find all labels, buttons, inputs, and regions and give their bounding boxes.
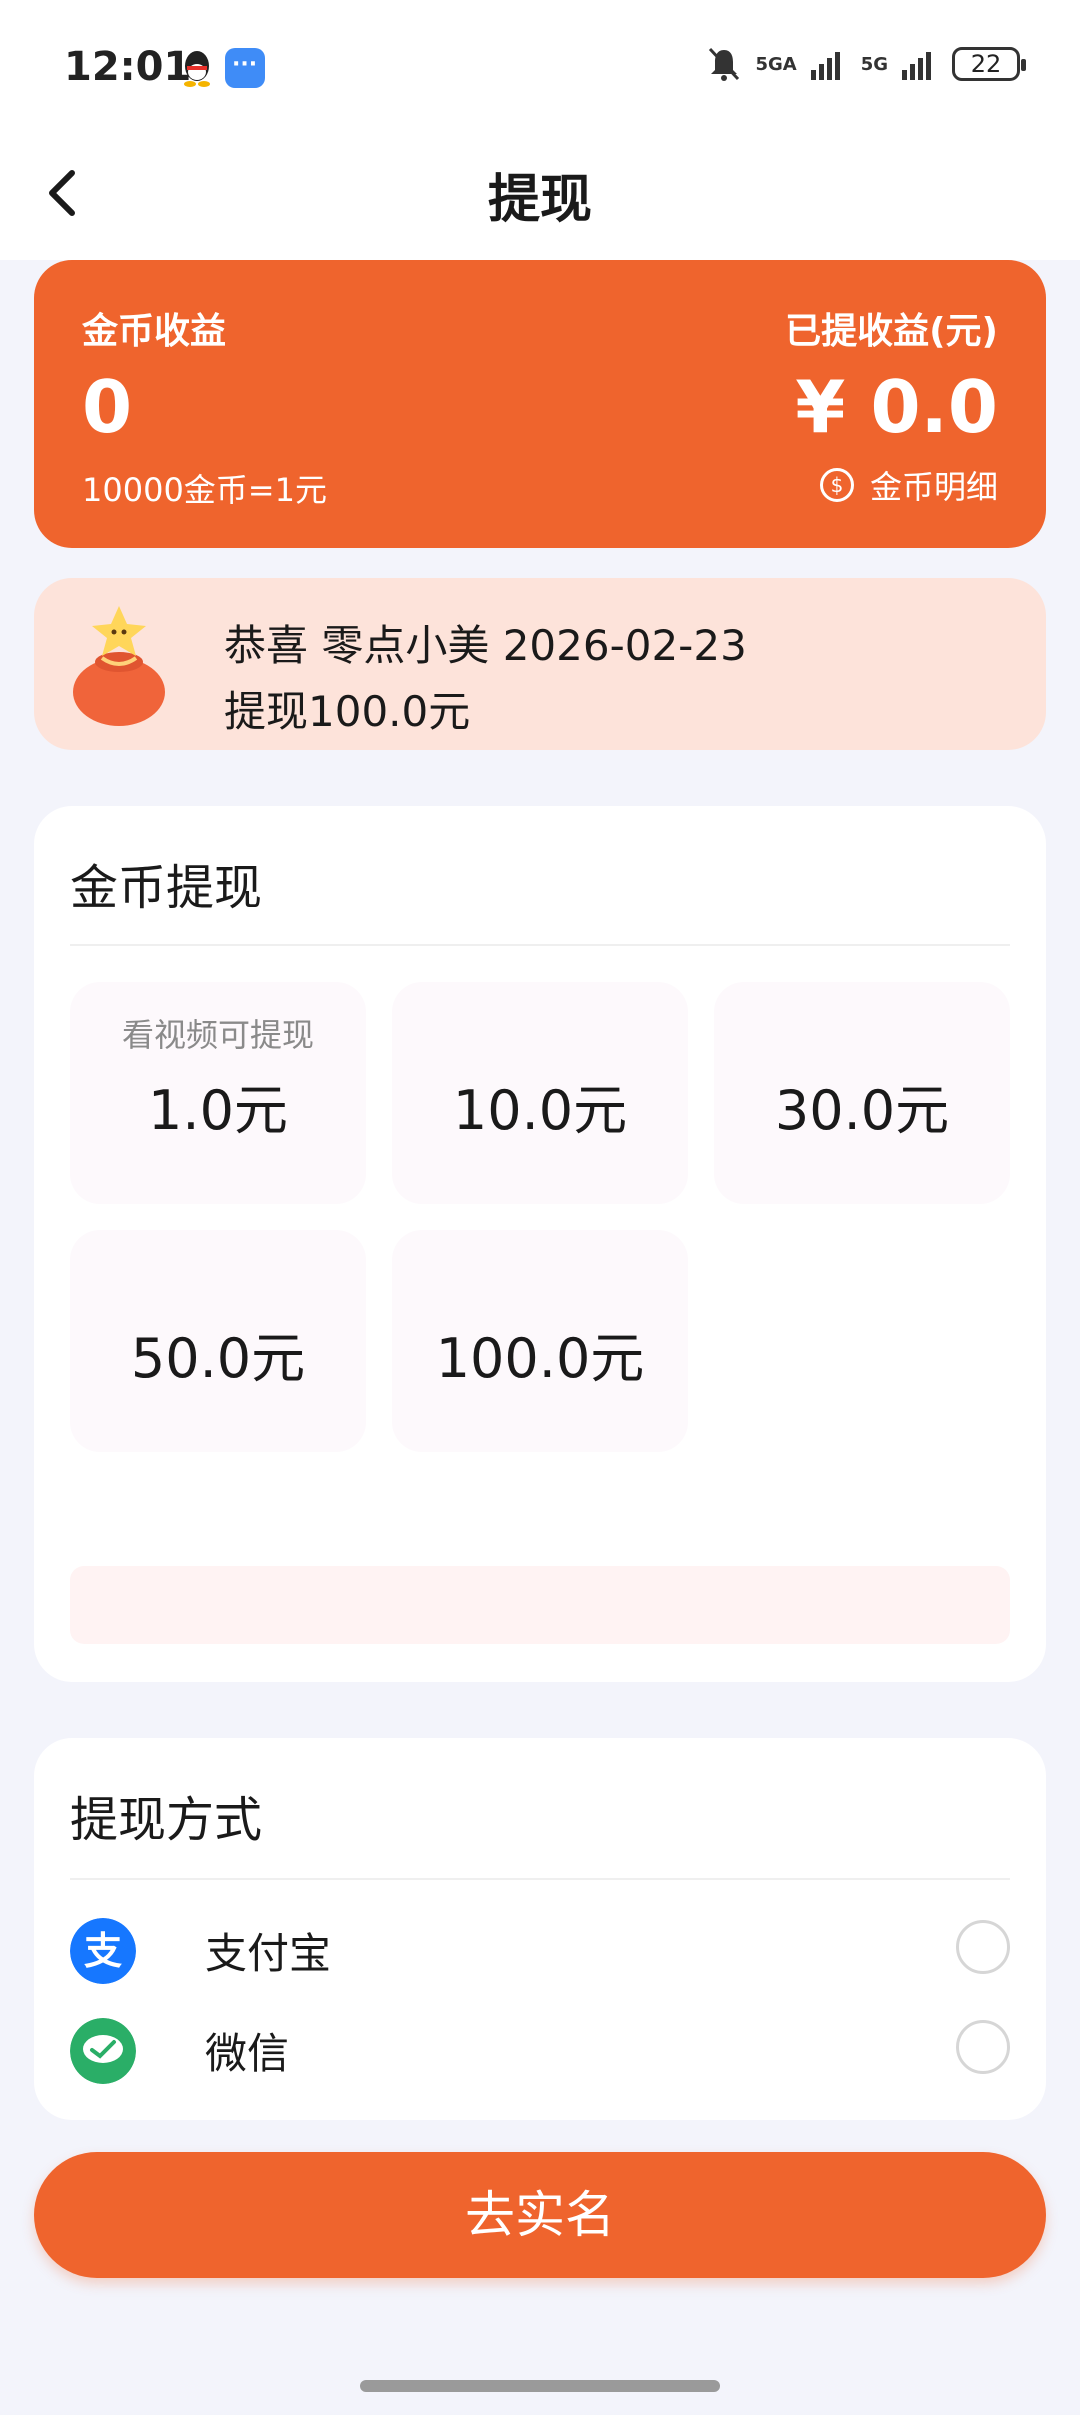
money-bag-icon <box>73 606 165 726</box>
withdraw-notice: 恭喜 零点小美 2026-02-23 提现100.0元 <box>34 578 1046 750</box>
wechat-radio[interactable] <box>956 2020 1010 2074</box>
coin-icon: $ <box>819 468 854 502</box>
alipay-icon: 支 <box>70 1918 136 1984</box>
signal-label-5g: 5G <box>860 53 888 75</box>
withdrawn-earnings-label: 已提收益(元) <box>785 311 998 352</box>
notice-winner-line: 恭喜 零点小美 2026-02-23 <box>224 621 747 670</box>
top-bar: 12:01 5GA 5G 22 <box>0 0 1080 260</box>
divider <box>70 944 1010 946</box>
exchange-rate: 10000金币=1元 <box>82 471 327 509</box>
coin-detail-link[interactable]: $ 金币明细 <box>819 462 998 508</box>
status-indicators: 5GA 5G 22 <box>707 46 1026 82</box>
withdraw-section-title: 金币提现 <box>70 860 263 916</box>
home-indicator[interactable] <box>360 2380 720 2392</box>
withdraw-option-30[interactable]: 30.0元 <box>714 982 1010 1204</box>
method-label: 微信 <box>205 2029 290 2078</box>
option-amount: 30.0元 <box>774 1079 950 1142</box>
coin-detail-label: 金币明细 <box>869 468 998 506</box>
message-icon <box>225 48 265 88</box>
option-amount: 1.0元 <box>148 1079 288 1142</box>
signal-label-5ga: 5GA <box>755 53 797 75</box>
option-tag: 看视频可提现 <box>121 1016 314 1054</box>
method-label: 支付宝 <box>205 1929 332 1978</box>
qq-icon <box>184 51 210 87</box>
status-time: 12:01 <box>64 44 192 90</box>
option-amount: 50.0元 <box>130 1327 306 1390</box>
wechat-icon <box>70 2018 136 2084</box>
svg-text:支: 支 <box>84 1929 122 1973</box>
earnings-card: 金币收益 0 10000金币=1元 已提收益(元) ¥ 0.0 $ 金币明细 <box>34 260 1046 548</box>
verify-identity-button[interactable]: 去实名 <box>34 2152 1046 2278</box>
coin-earnings-value: 0 <box>82 365 133 449</box>
status-bar: 12:01 5GA 5G 22 <box>0 0 1080 135</box>
withdraw-option-10[interactable]: 10.0元 <box>392 982 688 1204</box>
mute-bell-icon <box>709 47 740 81</box>
withdraw-option-1[interactable]: 看视频可提现 1.0元 <box>70 982 366 1204</box>
page-title: 提现 <box>487 170 592 230</box>
option-amount: 10.0元 <box>452 1079 628 1142</box>
coin-earnings-label: 金币收益 <box>82 311 227 352</box>
withdraw-method-card: 提现方式 支 支付宝 微信 <box>34 1738 1046 2120</box>
alipay-radio[interactable] <box>956 1920 1010 1974</box>
signal-icon <box>902 52 931 80</box>
method-wechat[interactable]: 微信 <box>70 2010 1010 2090</box>
coin-withdraw-card: 金币提现 看视频可提现 1.0元 10.0元 30.0元 50.0元 100.0… <box>34 806 1046 1682</box>
divider <box>70 1878 1010 1880</box>
method-alipay[interactable]: 支 支付宝 <box>70 1910 1010 1990</box>
app-header: 提现 <box>0 135 1080 260</box>
signal-icon <box>810 52 840 80</box>
withdraw-tip-bar <box>70 1566 1010 1644</box>
withdraw-option-50[interactable]: 50.0元 <box>70 1230 366 1452</box>
option-amount: 100.0元 <box>435 1327 645 1390</box>
withdraw-option-100[interactable]: 100.0元 <box>392 1230 688 1452</box>
withdrawn-earnings-value: ¥ 0.0 <box>795 365 998 449</box>
notice-amount-line: 提现100.0元 <box>224 687 471 736</box>
battery-icon: 22 <box>952 47 1026 81</box>
method-section-title: 提现方式 <box>70 1792 263 1848</box>
